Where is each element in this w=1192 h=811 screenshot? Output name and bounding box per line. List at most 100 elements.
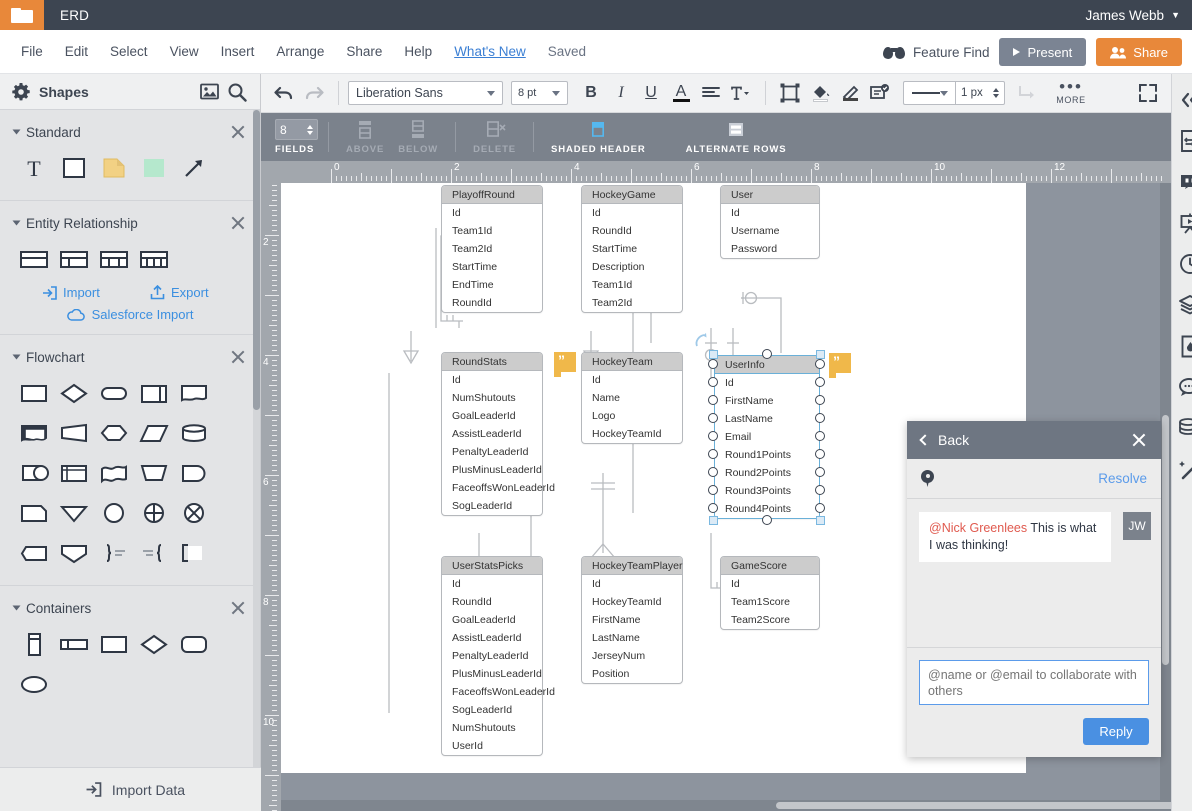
magic-wand-icon[interactable] [1172, 451, 1192, 487]
entity-field[interactable]: StartTime [582, 240, 682, 258]
entity-field[interactable]: HockeyTeamId [582, 593, 682, 611]
chevron-down-icon[interactable] [13, 355, 21, 360]
entity-playoffround[interactable]: PlayoffRoundIdTeam1IdTeam2IdStartTimeEnd… [441, 185, 543, 313]
shape-inverted-triangle[interactable] [54, 493, 94, 533]
connection-point-left[interactable] [708, 449, 718, 459]
connection-point-left[interactable] [708, 359, 718, 369]
entity-header[interactable]: User [721, 186, 819, 204]
shape-brace-right[interactable] [94, 533, 134, 573]
insert-below-button[interactable]: BELOW [391, 120, 445, 155]
connection-point-right[interactable] [815, 431, 825, 441]
shape-entity-4col[interactable] [134, 239, 174, 279]
entity-header[interactable]: UserStatsPicks [442, 557, 542, 575]
entity-field[interactable]: Logo [582, 407, 682, 425]
entity-field[interactable]: Id [582, 204, 682, 222]
collapse-chevrons-icon[interactable] [1172, 82, 1192, 118]
connection-point-right[interactable] [815, 359, 825, 369]
export-button[interactable]: Export [132, 285, 209, 300]
insert-above-button[interactable]: ABOVE [339, 120, 391, 155]
shape-process[interactable] [14, 373, 54, 413]
menu-insert[interactable]: Insert [210, 44, 266, 59]
entity-field[interactable]: GoalLeaderId [442, 407, 542, 425]
shape-manual-operation[interactable] [134, 453, 174, 493]
entity-userstatspicks[interactable]: UserStatsPicksIdRoundIdGoalLeaderIdAssis… [441, 556, 543, 756]
shape-delay[interactable] [174, 453, 214, 493]
entity-field[interactable]: PenaltyLeaderId [442, 443, 542, 461]
shape-vertical-pool[interactable] [14, 624, 54, 664]
font-size-select[interactable]: 8 pt [511, 81, 568, 105]
entity-field[interactable]: PenaltyLeaderId [442, 647, 542, 665]
entity-field[interactable]: AssistLeaderId [442, 425, 542, 443]
entity-field[interactable]: PlusMinusLeaderId [442, 461, 542, 479]
text-color-button[interactable]: A [666, 78, 696, 108]
shape-diamond-container[interactable] [134, 624, 174, 664]
shape-multi-document[interactable] [14, 413, 54, 453]
connection-point-left[interactable] [708, 503, 718, 513]
entity-field[interactable]: StartTime [442, 258, 542, 276]
shape-data-button[interactable] [865, 78, 895, 108]
shape-hexagon[interactable] [94, 413, 134, 453]
font-family-select[interactable]: Liberation Sans [348, 81, 503, 105]
comment-marker-icon[interactable]: ” [554, 352, 576, 372]
entity-field[interactable]: Id [721, 204, 819, 222]
entity-field[interactable]: Team2Score [721, 611, 819, 629]
shape-arrow[interactable] [174, 148, 214, 188]
share-button[interactable]: Share [1096, 38, 1182, 66]
canvas-horizontal-scrollbar[interactable] [281, 800, 1171, 811]
entity-field[interactable]: Team2Id [442, 240, 542, 258]
resize-handle-top-right[interactable] [816, 350, 825, 359]
shape-sticky[interactable] [134, 148, 174, 188]
entity-field[interactable]: Round3Points [715, 482, 819, 500]
align-button[interactable] [696, 78, 726, 108]
shape-rectangle[interactable] [54, 148, 94, 188]
gear-icon[interactable] [12, 83, 30, 101]
shape-note[interactable] [94, 148, 134, 188]
shape-text[interactable]: T [14, 148, 54, 188]
import-data-button[interactable]: Import Data [0, 767, 270, 811]
chevron-down-icon[interactable] [13, 606, 21, 611]
shape-internal-storage[interactable] [54, 453, 94, 493]
shape-cylinder[interactable] [174, 413, 214, 453]
entity-field[interactable]: AssistLeaderId [442, 629, 542, 647]
connection-point-right[interactable] [815, 467, 825, 477]
line-style-select[interactable] [903, 81, 955, 105]
search-icon[interactable] [226, 81, 248, 103]
user-menu[interactable]: James Webb ▼ [1086, 0, 1180, 30]
shape-rect-container[interactable] [94, 624, 134, 664]
menu-arrange[interactable]: Arrange [265, 44, 335, 59]
connection-point-right[interactable] [815, 485, 825, 495]
entity-field[interactable]: Position [582, 665, 682, 683]
feature-find-button[interactable]: Feature Find [883, 45, 990, 60]
fullscreen-button[interactable] [1133, 78, 1163, 108]
close-icon[interactable] [230, 600, 246, 616]
shape-decision[interactable] [54, 373, 94, 413]
import-button[interactable]: Import [14, 285, 132, 300]
shape-display[interactable] [54, 533, 94, 573]
shape-wave[interactable] [94, 453, 134, 493]
resize-handle-bottom-right[interactable] [816, 516, 825, 525]
entity-gamescore[interactable]: GameScoreIdTeam1ScoreTeam2Score [720, 556, 820, 630]
entity-field[interactable]: RoundId [442, 593, 542, 611]
entity-field[interactable]: HockeyTeamId [582, 425, 682, 443]
entity-header[interactable]: GameScore [721, 557, 819, 575]
entity-field[interactable]: Team1Id [442, 222, 542, 240]
entity-field[interactable]: FaceoffsWonLeaderId [442, 479, 542, 497]
entity-field[interactable]: Id [442, 575, 542, 593]
chevron-down-icon[interactable] [13, 130, 21, 135]
entity-field[interactable]: SogLeaderId [442, 497, 542, 515]
entity-field[interactable]: Id [721, 575, 819, 593]
connection-point-left[interactable] [708, 431, 718, 441]
entity-field[interactable]: Username [721, 222, 819, 240]
shape-predefined-process[interactable] [134, 373, 174, 413]
entity-hockeyteamplayer[interactable]: HockeyTeamPlayerIdHockeyTeamIdFirstNameL… [581, 556, 683, 684]
connector-style-button[interactable] [1013, 78, 1043, 108]
connection-point-left[interactable] [708, 395, 718, 405]
resize-handle-bottom-left[interactable] [709, 516, 718, 525]
chat-icon[interactable] [1172, 369, 1192, 405]
shape-entity-1col[interactable] [14, 239, 54, 279]
shape-summing-junction[interactable] [134, 493, 174, 533]
shape-capsule[interactable] [14, 453, 54, 493]
whats-new-link[interactable]: What's New [443, 44, 537, 59]
salesforce-import-button[interactable]: Salesforce Import [0, 300, 260, 322]
entity-header[interactable]: HockeyTeam [582, 353, 682, 371]
